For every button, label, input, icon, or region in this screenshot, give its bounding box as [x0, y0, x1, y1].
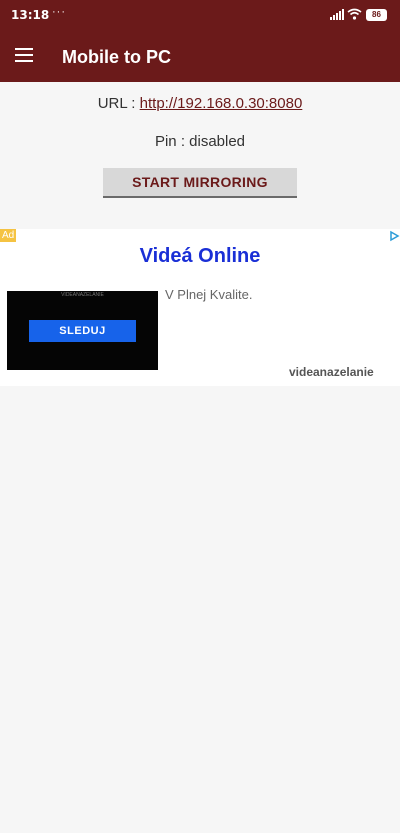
notification-dots: ··· [52, 6, 66, 18]
wifi-icon [347, 8, 362, 20]
app-bar: Mobile to PC [0, 31, 400, 82]
adchoices-icon[interactable] [388, 230, 400, 242]
pin-status: Pin : disabled [154, 133, 246, 150]
status-bar: 13:18 ··· 86 [0, 0, 400, 31]
ad-description: V Plnej Kvalite. [165, 287, 253, 302]
ad-image[interactable]: VIDEANAZELANIE SLEDUJ [7, 291, 158, 370]
battery-icon: 86 [366, 9, 387, 21]
app-title: Mobile to PC [62, 47, 171, 67]
ad-badge: Ad [0, 229, 17, 242]
ad-cta-button[interactable]: SLEDUJ [29, 320, 136, 342]
signal-icon [330, 9, 344, 20]
ad-image-caption: VIDEANAZELANIE [61, 292, 104, 298]
ad-title[interactable]: Videá Online [0, 245, 400, 268]
url-row: URL : http://192.168.0.30:8080 [0, 95, 400, 112]
start-mirroring-button[interactable]: START MIRRORING [103, 168, 297, 198]
ad-source[interactable]: videanazelanie [289, 365, 374, 379]
status-time: 13:18 [11, 8, 50, 22]
hamburger-menu-icon[interactable] [15, 48, 33, 63]
battery-level: 86 [372, 10, 381, 19]
url-label: URL : [97, 95, 136, 112]
url-link[interactable]: http://192.168.0.30:8080 [140, 95, 303, 112]
ad-banner[interactable]: Ad Videá Online VIDEANAZELANIE SLEDUJ V … [0, 229, 400, 386]
